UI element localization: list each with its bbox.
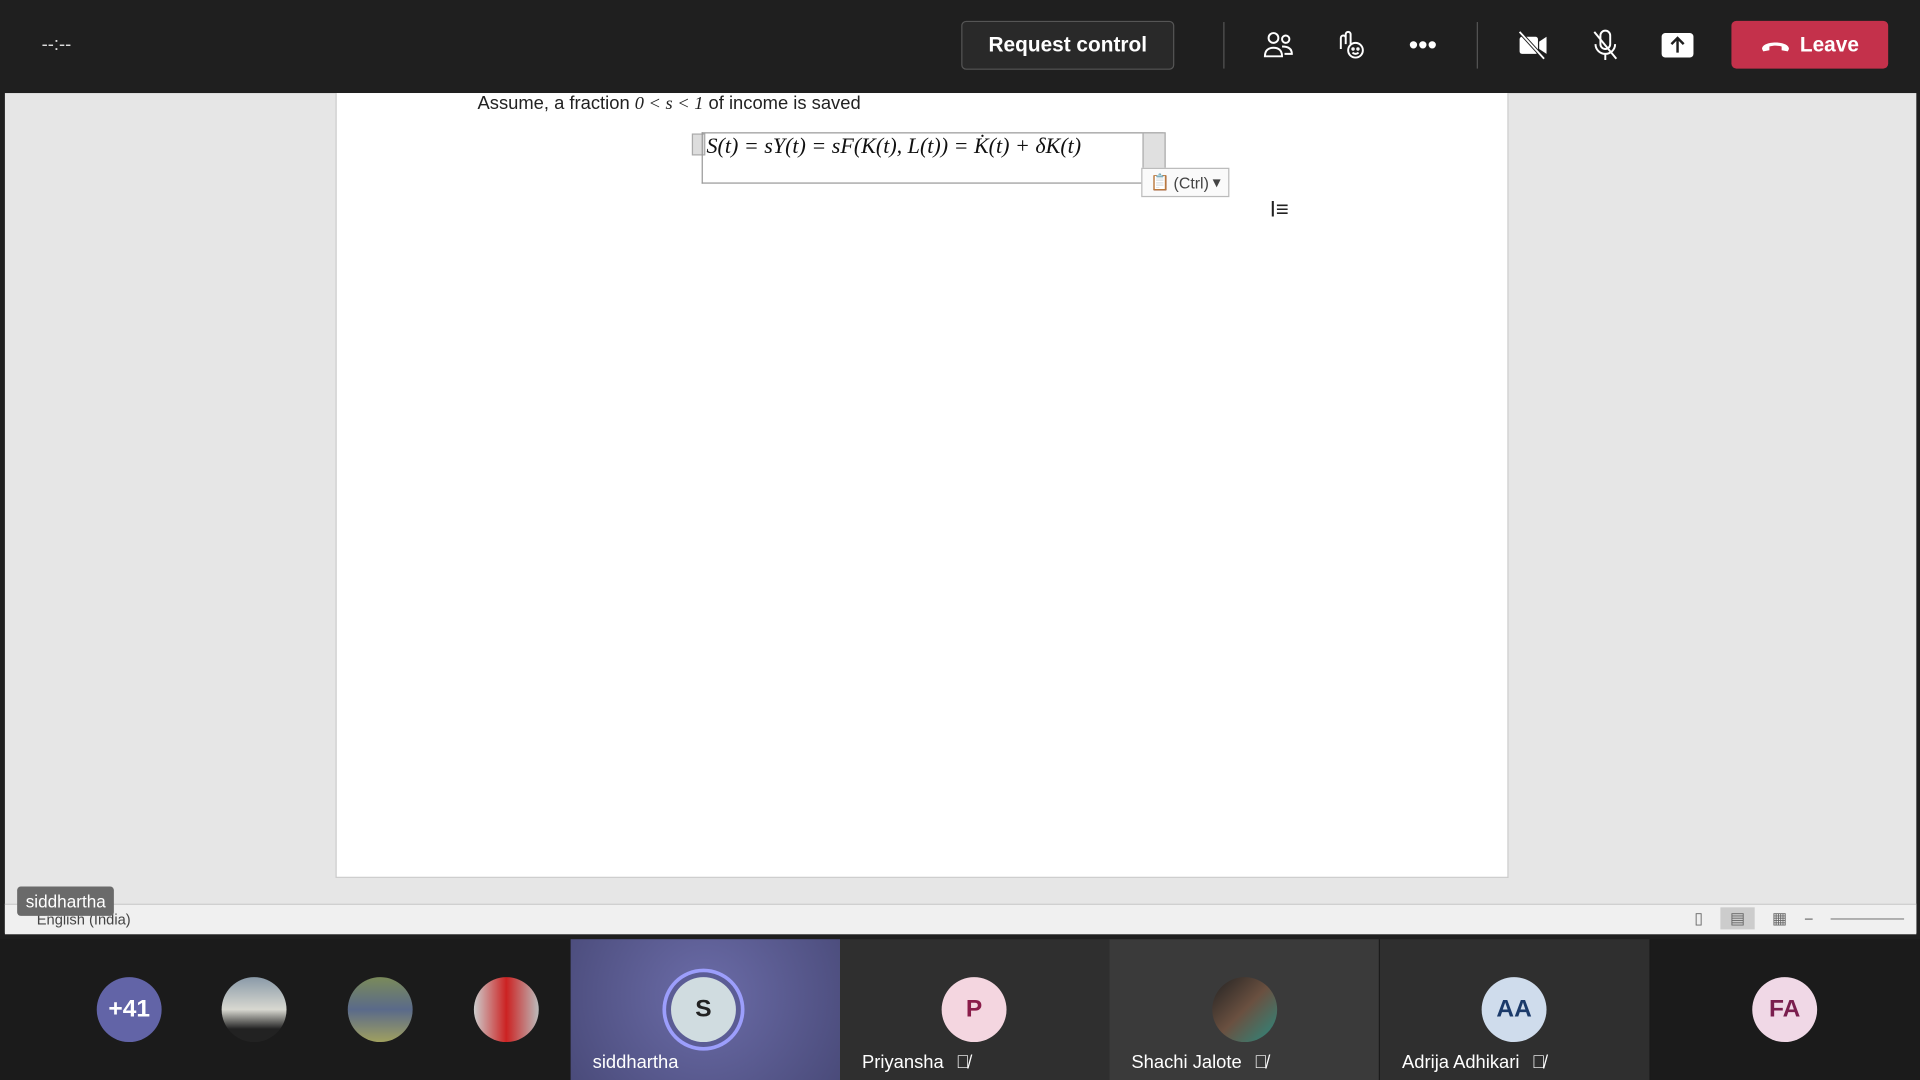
presenter-name-tag: siddhartha [17, 886, 115, 916]
text: of income is saved [703, 93, 861, 114]
more-options-icon[interactable]: ••• [1404, 27, 1441, 64]
participant-tile-priyansha[interactable]: P Priyansha 🎙̸ [840, 939, 1110, 1080]
web-layout-icon[interactable]: ▦ [1772, 909, 1787, 929]
status-bar: English (India) ▯ ▤ ▦ − [4, 903, 1917, 935]
reactions-icon[interactable] [1332, 27, 1369, 64]
paste-options-button[interactable]: 📋 (Ctrl) ▾ [1141, 167, 1230, 198]
read-mode-icon[interactable]: ▯ [1694, 909, 1703, 929]
participant-name: Adrija Adhikari [1402, 1051, 1520, 1073]
zoom-out-icon[interactable]: − [1804, 909, 1813, 927]
participant-tile-fa[interactable]: FA [1650, 939, 1920, 1080]
print-layout-icon[interactable]: ▤ [1720, 907, 1755, 930]
mic-muted-icon: 🎙̸ [955, 1051, 970, 1073]
overflow-participants-button[interactable]: +41 [96, 977, 162, 1043]
view-controls: ▯ ▤ ▦ − [1694, 907, 1905, 930]
chevron-down-icon: ▾ [1212, 172, 1221, 192]
meeting-toolbar: --:-- Request control ••• Leave [0, 0, 1920, 94]
participant-tile-siddhartha[interactable]: S siddhartha [570, 939, 841, 1080]
mic-muted-icon: 🎙̸ [1253, 1051, 1268, 1073]
divider [1223, 22, 1225, 69]
document-page: Assume, a fraction 0 < s < 1 of income i… [335, 93, 1509, 878]
zoom-slider[interactable] [1830, 917, 1905, 919]
participant-photo-avatar[interactable] [347, 977, 413, 1043]
leave-button[interactable]: Leave [1731, 20, 1889, 69]
participant-name: Priyansha [862, 1051, 944, 1073]
camera-off-icon[interactable] [1515, 27, 1552, 64]
hang-up-icon [1761, 41, 1789, 51]
participant-tile-shachi-jalote[interactable]: Shachi Jalote 🎙̸ [1109, 939, 1379, 1080]
participant-photo-avatar[interactable] [221, 977, 287, 1043]
leave-label: Leave [1799, 32, 1859, 56]
clipboard-icon: 📋 [1150, 172, 1170, 192]
document-text-line: Assume, a fraction 0 < s < 1 of income i… [478, 93, 861, 115]
participant-name: Shachi Jalote [1131, 1051, 1242, 1073]
shared-screen: Assume, a fraction 0 < s < 1 of income i… [4, 93, 1917, 935]
avatar: P [941, 977, 1007, 1043]
share-screen-icon[interactable] [1659, 27, 1696, 64]
mic-muted-icon: 🎙̸ [1531, 1051, 1546, 1073]
avatar: AA [1481, 977, 1547, 1043]
participant-photo-avatar [1212, 977, 1278, 1043]
participant-photo-avatar[interactable] [473, 977, 539, 1043]
participants-icon[interactable] [1260, 27, 1297, 64]
text: Assume, a fraction [477, 93, 635, 114]
request-control-button[interactable]: Request control [961, 20, 1175, 70]
participant-tile-adrija-adhikari[interactable]: AA Adrija Adhikari 🎙̸ [1380, 939, 1650, 1080]
paste-options-label: (Ctrl) [1173, 173, 1209, 192]
mic-off-icon[interactable] [1587, 27, 1624, 64]
meeting-timer: --:-- [41, 34, 72, 56]
text-cursor-icon: I≡ [1269, 197, 1289, 222]
equation: S(t) = sY(t) = sF(K(t), L(t)) = K̇(t) + … [706, 133, 1082, 158]
inline-math: 0 < s < 1 [634, 94, 704, 114]
participant-gallery: +41 S siddhartha P Priyansha 🎙̸ Shachi Ja… [0, 939, 1920, 1080]
participant-name: siddhartha [592, 1051, 679, 1073]
divider [1476, 22, 1478, 69]
avatar: FA [1752, 977, 1818, 1043]
avatar: S [671, 977, 736, 1043]
